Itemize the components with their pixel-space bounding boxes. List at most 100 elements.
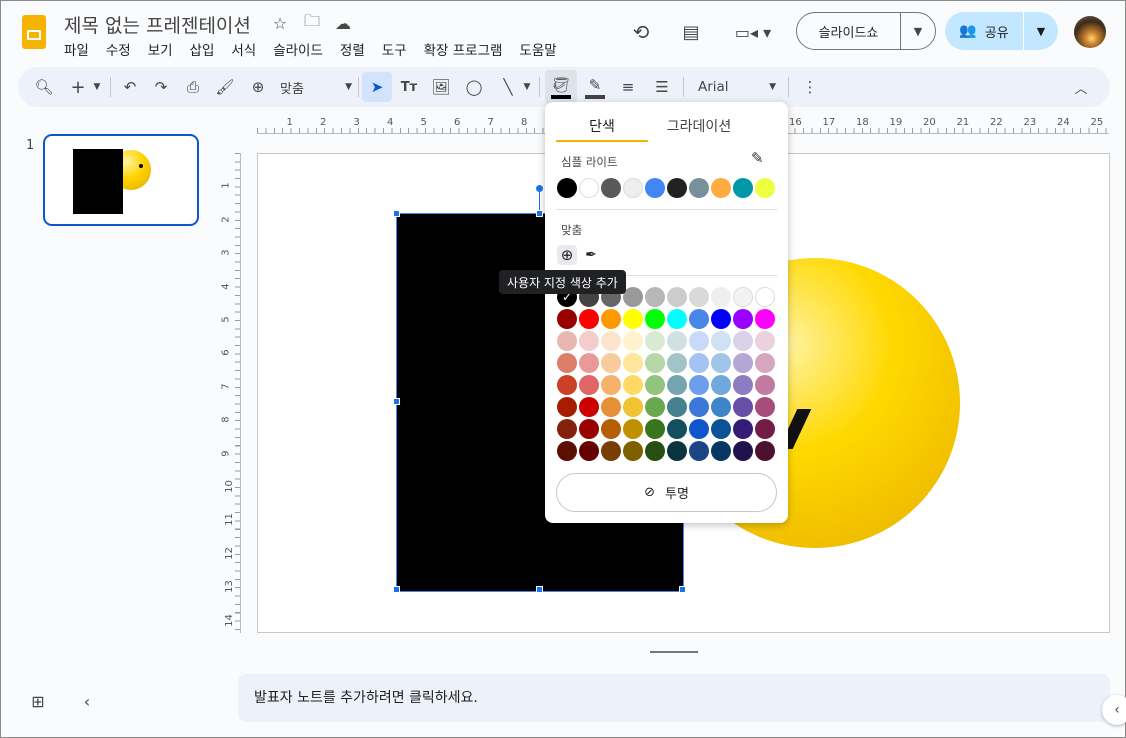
line-icon[interactable]: ╲: [496, 75, 520, 99]
select-icon[interactable]: ➤: [362, 72, 392, 102]
palette-color-swatch[interactable]: [623, 309, 643, 329]
slideshow-dropdown-icon[interactable]: ▼: [901, 13, 935, 49]
zoom-select[interactable]: 맞춤▼: [280, 75, 352, 99]
palette-color-swatch[interactable]: [645, 331, 665, 351]
palette-color-swatch[interactable]: [579, 375, 599, 395]
palette-color-swatch[interactable]: [579, 397, 599, 417]
version-history-icon[interactable]: ⟲: [629, 20, 653, 44]
palette-color-swatch[interactable]: [733, 309, 753, 329]
palette-color-swatch[interactable]: [623, 441, 643, 461]
palette-color-swatch[interactable]: [667, 331, 687, 351]
palette-color-swatch[interactable]: [601, 309, 621, 329]
collapse-filmstrip-icon[interactable]: ‹: [77, 691, 97, 711]
menu-file[interactable]: 파일: [64, 39, 89, 59]
menu-edit[interactable]: 수정: [106, 39, 131, 59]
palette-color-swatch[interactable]: [711, 397, 731, 417]
border-dash-icon[interactable]: ☰: [650, 75, 674, 99]
slideshow-button[interactable]: 슬라이드쇼 ▼: [796, 12, 936, 50]
document-title[interactable]: 제목 없는 프레젠테이션: [64, 11, 251, 38]
palette-color-swatch[interactable]: [733, 353, 753, 373]
transparent-button[interactable]: ⊘투명: [556, 473, 777, 512]
palette-color-swatch[interactable]: [689, 397, 709, 417]
collapse-toolbar-icon[interactable]: ︿: [1069, 75, 1093, 99]
share-dropdown-icon[interactable]: ▼: [1024, 12, 1058, 50]
comments-icon[interactable]: ▤: [679, 20, 703, 44]
side-panel-toggle-icon[interactable]: ‹: [1102, 695, 1126, 725]
palette-color-swatch[interactable]: [689, 331, 709, 351]
zoom-icon[interactable]: ⊕: [246, 75, 270, 99]
slides-logo[interactable]: [22, 15, 46, 49]
palette-color-swatch[interactable]: [579, 309, 599, 329]
palette-color-swatch[interactable]: [623, 353, 643, 373]
theme-color-swatch[interactable]: [645, 178, 665, 198]
theme-color-swatch[interactable]: [711, 178, 731, 198]
palette-color-swatch[interactable]: [733, 441, 753, 461]
palette-color-swatch[interactable]: [667, 441, 687, 461]
palette-color-swatch[interactable]: [733, 331, 753, 351]
palette-color-swatch[interactable]: [601, 331, 621, 351]
palette-color-swatch[interactable]: [689, 287, 709, 307]
palette-color-swatch[interactable]: [601, 419, 621, 439]
palette-color-swatch[interactable]: [733, 397, 753, 417]
border-weight-icon[interactable]: ≡: [616, 75, 640, 99]
font-select[interactable]: Arial▼: [698, 75, 776, 99]
palette-color-swatch[interactable]: [689, 375, 709, 395]
palette-color-swatch[interactable]: [689, 441, 709, 461]
palette-color-swatch[interactable]: [557, 441, 577, 461]
palette-color-swatch[interactable]: [579, 331, 599, 351]
palette-color-swatch[interactable]: [733, 419, 753, 439]
menu-insert[interactable]: 삽입: [190, 39, 215, 59]
theme-color-swatch[interactable]: [689, 178, 709, 198]
palette-color-swatch[interactable]: [755, 309, 775, 329]
palette-color-swatch[interactable]: [645, 287, 665, 307]
palette-color-swatch[interactable]: [755, 419, 775, 439]
palette-color-swatch[interactable]: [689, 309, 709, 329]
palette-color-swatch[interactable]: [711, 331, 731, 351]
palette-color-swatch[interactable]: [645, 353, 665, 373]
vertical-ruler[interactable]: 1234567891011121314: [223, 153, 241, 633]
palette-color-swatch[interactable]: [689, 419, 709, 439]
palette-color-swatch[interactable]: [689, 353, 709, 373]
shape-icon[interactable]: ◯: [462, 75, 486, 99]
palette-color-swatch[interactable]: [667, 419, 687, 439]
palette-color-swatch[interactable]: [623, 287, 643, 307]
resize-handle[interactable]: [536, 210, 543, 217]
palette-color-swatch[interactable]: [601, 397, 621, 417]
insert-image-icon[interactable]: 🖼︎: [429, 75, 453, 99]
palette-color-swatch[interactable]: [579, 419, 599, 439]
palette-color-swatch[interactable]: [755, 375, 775, 395]
palette-color-swatch[interactable]: [557, 353, 577, 373]
theme-color-swatch[interactable]: [579, 178, 599, 198]
palette-color-swatch[interactable]: [645, 397, 665, 417]
palette-color-swatch[interactable]: [623, 397, 643, 417]
palette-color-swatch[interactable]: [557, 419, 577, 439]
palette-color-swatch[interactable]: [557, 375, 577, 395]
palette-color-swatch[interactable]: [579, 353, 599, 373]
cloud-saved-icon[interactable]: ☁: [333, 13, 353, 33]
palette-color-swatch[interactable]: [667, 375, 687, 395]
palette-color-swatch[interactable]: [667, 397, 687, 417]
menu-help[interactable]: 도움말: [519, 39, 556, 59]
print-icon[interactable]: ⎙: [181, 75, 205, 99]
new-slide-icon[interactable]: +: [66, 75, 90, 99]
palette-color-swatch[interactable]: [557, 309, 577, 329]
palette-color-swatch[interactable]: [711, 287, 731, 307]
resize-handle[interactable]: [393, 586, 400, 593]
palette-color-swatch[interactable]: [667, 309, 687, 329]
palette-color-swatch[interactable]: [623, 419, 643, 439]
slide-thumbnail[interactable]: [43, 134, 199, 226]
palette-color-swatch[interactable]: [755, 441, 775, 461]
search-menus-icon[interactable]: 🔍︎: [32, 75, 56, 99]
palette-color-swatch[interactable]: [667, 287, 687, 307]
menu-view[interactable]: 보기: [148, 39, 173, 59]
palette-color-swatch[interactable]: [711, 441, 731, 461]
resize-handle[interactable]: [679, 586, 686, 593]
palette-color-swatch[interactable]: [557, 331, 577, 351]
palette-color-swatch[interactable]: [711, 375, 731, 395]
slideshow-label[interactable]: 슬라이드쇼: [797, 13, 901, 49]
palette-color-swatch[interactable]: [711, 419, 731, 439]
more-options-icon[interactable]: ⋮: [798, 75, 822, 99]
resize-handle[interactable]: [536, 586, 543, 593]
theme-color-swatch[interactable]: [601, 178, 621, 198]
eyedropper-icon[interactable]: ✒: [581, 245, 601, 265]
